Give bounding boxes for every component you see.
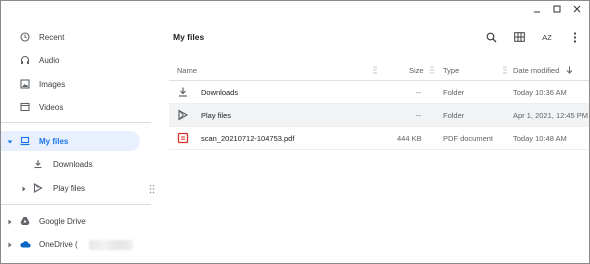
download-icon xyxy=(32,158,44,170)
sidebar-divider xyxy=(1,122,151,123)
file-date: Today 10:36 AM xyxy=(513,88,567,97)
column-header-type[interactable]: Type xyxy=(443,66,459,75)
file-date: Apr 1, 2021, 12:45 PM xyxy=(513,111,589,120)
toolbar: AZ xyxy=(477,29,589,45)
grid-view-icon[interactable] xyxy=(505,29,533,45)
play-store-icon xyxy=(32,182,44,194)
resize-handle[interactable] xyxy=(149,184,155,194)
clock-icon xyxy=(19,31,31,43)
redacted-account-name xyxy=(89,240,133,250)
sidebar-item-label: Downloads xyxy=(53,159,93,169)
image-icon xyxy=(19,78,31,90)
sort-button[interactable]: AZ xyxy=(533,29,561,45)
sidebar-item-label: OneDrive ( xyxy=(39,239,78,249)
table-header: Name Size Type Date modified xyxy=(169,59,589,81)
sidebar-item-label: Images xyxy=(39,79,66,89)
chevron-down-icon[interactable] xyxy=(7,138,13,144)
sidebar-item-label: My files xyxy=(39,136,69,146)
file-type: Folder xyxy=(443,88,465,97)
file-type: PDF document xyxy=(443,134,494,143)
column-resize-handle[interactable] xyxy=(430,66,434,74)
sidebar-item-my-files[interactable]: My files xyxy=(1,131,140,151)
sidebar-item-label: Audio xyxy=(39,55,60,65)
column-resize-handle[interactable] xyxy=(373,66,377,74)
sidebar-item-audio[interactable]: Audio xyxy=(1,50,141,70)
video-icon xyxy=(19,101,31,113)
chevron-right-icon[interactable] xyxy=(21,185,27,192)
headphones-icon xyxy=(19,54,31,66)
file-size: -- xyxy=(416,111,421,120)
play-store-icon xyxy=(177,109,189,121)
file-name: Play files xyxy=(201,111,232,120)
more-options-icon[interactable] xyxy=(561,29,589,45)
sidebar-item-label: Videos xyxy=(39,102,64,112)
column-header-name[interactable]: Name xyxy=(177,66,197,75)
onedrive-cloud-icon xyxy=(19,238,31,250)
column-resize-handle[interactable] xyxy=(503,66,507,74)
column-header-date-modified[interactable]: Date modified xyxy=(513,66,559,75)
file-size: 444 KB xyxy=(397,134,422,143)
arrow-down-icon[interactable] xyxy=(566,66,573,76)
file-type: Folder xyxy=(443,111,465,120)
sort-az-icon: AZ xyxy=(542,32,552,42)
search-icon[interactable] xyxy=(477,29,505,45)
sidebar-item-play-files[interactable]: Play files xyxy=(1,178,141,198)
page-title: My files xyxy=(173,32,205,42)
sidebar-item-downloads[interactable]: Downloads xyxy=(1,154,141,174)
file-date: Today 10:48 AM xyxy=(513,134,567,143)
column-header-size[interactable]: Size xyxy=(409,66,424,75)
sidebar-item-google-drive[interactable]: Google Drive xyxy=(1,211,141,231)
sidebar-item-label: Play files xyxy=(53,183,86,193)
table-row[interactable]: Downloads -- Folder Today 10:36 AM xyxy=(169,81,589,104)
sidebar-item-label: Recent xyxy=(39,32,65,42)
sidebar-item-images[interactable]: Images xyxy=(1,74,141,94)
google-drive-icon xyxy=(19,215,31,227)
sidebar-item-label: Google Drive xyxy=(39,216,86,226)
table-row[interactable]: scan_20210712-104753.pdf 444 KB PDF docu… xyxy=(169,127,589,150)
sidebar: Recent Audio Images Videos My files Down… xyxy=(1,1,159,263)
file-list-pane: My files AZ Name Size Type Date modified… xyxy=(159,1,589,263)
chevron-right-icon[interactable] xyxy=(7,241,13,248)
file-table: Name Size Type Date modified Downloads -… xyxy=(169,59,589,150)
sidebar-item-recent[interactable]: Recent xyxy=(1,27,141,47)
sidebar-divider xyxy=(1,204,151,205)
file-name: scan_20210712-104753.pdf xyxy=(201,134,295,143)
files-app-window: Recent Audio Images Videos My files Down… xyxy=(0,0,590,264)
download-icon xyxy=(177,86,189,98)
computer-icon xyxy=(19,135,31,147)
chevron-right-icon[interactable] xyxy=(7,218,13,225)
file-size: -- xyxy=(416,88,421,97)
table-row[interactable]: Play files -- Folder Apr 1, 2021, 12:45 … xyxy=(169,104,589,127)
pdf-icon xyxy=(177,132,189,144)
sidebar-item-videos[interactable]: Videos xyxy=(1,97,141,117)
file-name: Downloads xyxy=(201,88,239,97)
